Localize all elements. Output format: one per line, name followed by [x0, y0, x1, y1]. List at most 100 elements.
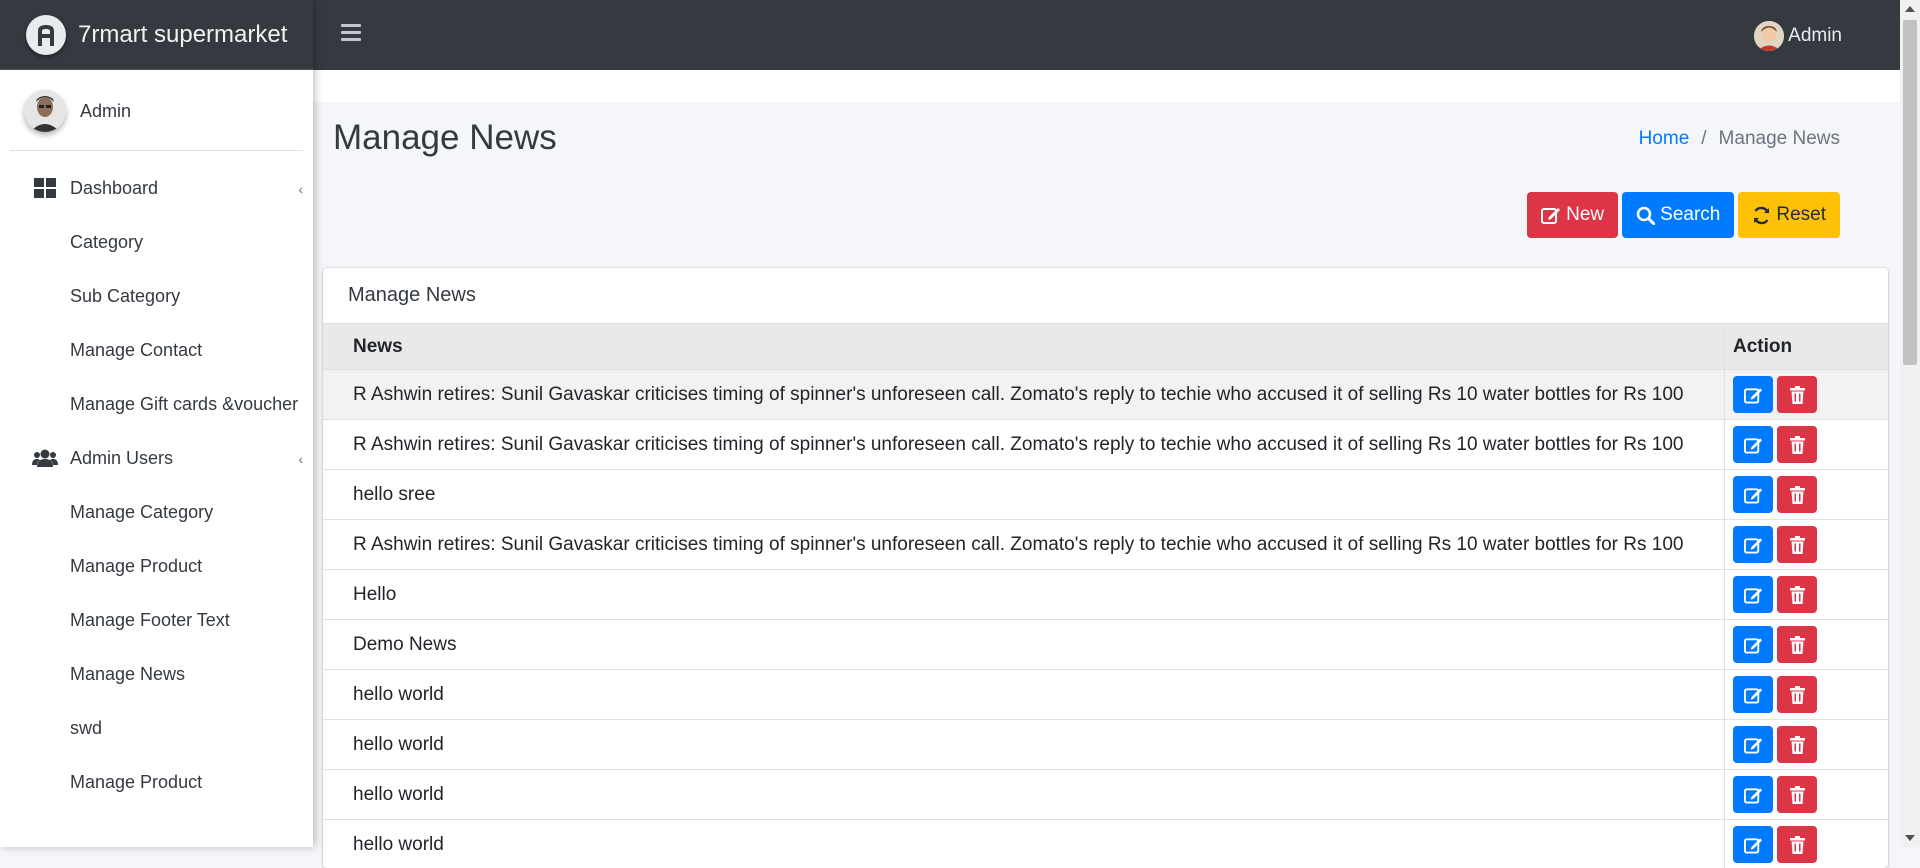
- new-button-label: New: [1566, 204, 1604, 226]
- trash-icon: [1790, 786, 1805, 804]
- trash-icon: [1790, 486, 1805, 504]
- delete-button[interactable]: [1777, 776, 1817, 813]
- delete-button[interactable]: [1777, 626, 1817, 663]
- action-cell: [1725, 420, 1889, 470]
- edit-button[interactable]: [1733, 726, 1773, 763]
- brand-logo-icon: [26, 15, 66, 55]
- edit-button[interactable]: [1733, 576, 1773, 613]
- trash-icon: [1790, 736, 1805, 754]
- action-cell: [1725, 570, 1889, 620]
- user-panel[interactable]: Admin: [10, 70, 303, 151]
- edit-button[interactable]: [1733, 376, 1773, 413]
- edit-button[interactable]: [1733, 776, 1773, 813]
- edit-icon: [1744, 586, 1763, 604]
- top-user-menu[interactable]: Admin: [1754, 21, 1842, 51]
- users-icon: [32, 447, 58, 469]
- search-button[interactable]: Search: [1622, 192, 1734, 238]
- news-cell: Demo News: [323, 620, 1725, 670]
- delete-button[interactable]: [1777, 726, 1817, 763]
- sidebar-item-manage-footer-text[interactable]: Manage Footer Text: [0, 593, 313, 647]
- breadcrumb-home-link[interactable]: Home: [1639, 128, 1690, 149]
- sidebar-item-label: Category: [70, 232, 143, 253]
- delete-button[interactable]: [1777, 526, 1817, 563]
- sidebar-item-swd[interactable]: swd: [0, 701, 313, 755]
- trash-icon: [1790, 836, 1805, 854]
- sidebar: 7rmart supermarket Admin: [0, 0, 313, 847]
- sidebar-item-label: Manage News: [70, 664, 185, 685]
- top-navbar: Admin: [313, 0, 1900, 70]
- delete-button[interactable]: [1777, 676, 1817, 713]
- sidebar-item-manage-contact[interactable]: Manage Contact: [0, 323, 313, 377]
- table-body: R Ashwin retires: Sunil Gavaskar critici…: [323, 370, 1888, 868]
- edit-button[interactable]: [1733, 526, 1773, 563]
- edit-icon: [1744, 436, 1763, 454]
- sidebar-item-manage-news[interactable]: Manage News: [0, 647, 313, 701]
- page-title: Manage News: [333, 118, 557, 158]
- edit-icon: [1541, 206, 1561, 224]
- card-title: Manage News: [323, 268, 1888, 324]
- action-cell: [1725, 820, 1889, 868]
- news-cell: hello world: [323, 820, 1725, 868]
- page-scrollbar[interactable]: [1900, 0, 1920, 847]
- table-row: hello world: [323, 770, 1888, 820]
- delete-button[interactable]: [1777, 426, 1817, 463]
- action-buttons: New Search Reset: [1527, 192, 1840, 238]
- edit-button[interactable]: [1733, 626, 1773, 663]
- dashboard-icon: [32, 177, 58, 199]
- action-cell: [1725, 620, 1889, 670]
- brand-link[interactable]: 7rmart supermarket: [0, 0, 313, 70]
- action-cell: [1725, 520, 1889, 570]
- menu-toggle-icon[interactable]: [341, 24, 361, 42]
- action-cell: [1725, 370, 1889, 420]
- breadcrumb-separator: /: [1701, 128, 1706, 149]
- edit-icon: [1744, 836, 1763, 854]
- news-cell: hello world: [323, 770, 1725, 820]
- table-row: Demo News: [323, 620, 1888, 670]
- edit-button[interactable]: [1733, 676, 1773, 713]
- new-button[interactable]: New: [1527, 192, 1618, 238]
- scrollbar-thumb[interactable]: [1903, 20, 1917, 365]
- sidebar-item-label: Manage Product: [70, 772, 202, 793]
- edit-button[interactable]: [1733, 426, 1773, 463]
- news-cell: hello sree: [323, 470, 1725, 520]
- reset-button[interactable]: Reset: [1738, 192, 1840, 238]
- sidebar-item-label: Dashboard: [70, 178, 158, 199]
- delete-button[interactable]: [1777, 826, 1817, 863]
- top-user-name: Admin: [1788, 25, 1842, 47]
- sidebar-item-gift-cards[interactable]: Manage Gift cards &voucher: [0, 377, 313, 431]
- news-table: News Action R Ashwin retires: Sunil Gava…: [323, 324, 1888, 868]
- scroll-down-arrow-icon[interactable]: [1905, 835, 1915, 841]
- sidebar-item-category[interactable]: Category: [0, 215, 313, 269]
- news-cell: hello world: [323, 670, 1725, 720]
- sidebar-item-sub-category[interactable]: Sub Category: [0, 269, 313, 323]
- sidebar-item-label: Manage Footer Text: [70, 610, 230, 631]
- sidebar-item-label: Sub Category: [70, 286, 180, 307]
- sidebar-item-manage-product-2[interactable]: Manage Product: [0, 755, 313, 809]
- table-row: hello world: [323, 720, 1888, 770]
- sidebar-user-name: Admin: [80, 101, 131, 122]
- sidebar-item-label: Manage Contact: [70, 340, 202, 361]
- refresh-icon: [1752, 206, 1771, 225]
- top-user-avatar: [1754, 21, 1784, 51]
- sidebar-item-manage-category[interactable]: Manage Category: [0, 485, 313, 539]
- sidebar-item-dashboard[interactable]: Dashboard ‹: [0, 161, 313, 215]
- news-card: Manage News News Action R Ashwin retires…: [323, 268, 1888, 868]
- trash-icon: [1790, 436, 1805, 454]
- edit-icon: [1744, 786, 1763, 804]
- sidebar-item-manage-product[interactable]: Manage Product: [0, 539, 313, 593]
- edit-icon: [1744, 636, 1763, 654]
- delete-button[interactable]: [1777, 376, 1817, 413]
- edit-icon: [1744, 536, 1763, 554]
- delete-button[interactable]: [1777, 476, 1817, 513]
- scroll-up-arrow-icon[interactable]: [1905, 6, 1915, 12]
- delete-button[interactable]: [1777, 576, 1817, 613]
- table-header-row: News Action: [323, 324, 1888, 370]
- sidebar-item-admin-users[interactable]: Admin Users ‹: [0, 431, 313, 485]
- breadcrumb: Home/Manage News: [1639, 128, 1840, 150]
- news-cell: hello world: [323, 720, 1725, 770]
- action-cell: [1725, 770, 1889, 820]
- news-cell: R Ashwin retires: Sunil Gavaskar critici…: [323, 520, 1725, 570]
- edit-button[interactable]: [1733, 476, 1773, 513]
- chevron-left-icon: ‹: [298, 181, 303, 197]
- edit-button[interactable]: [1733, 826, 1773, 863]
